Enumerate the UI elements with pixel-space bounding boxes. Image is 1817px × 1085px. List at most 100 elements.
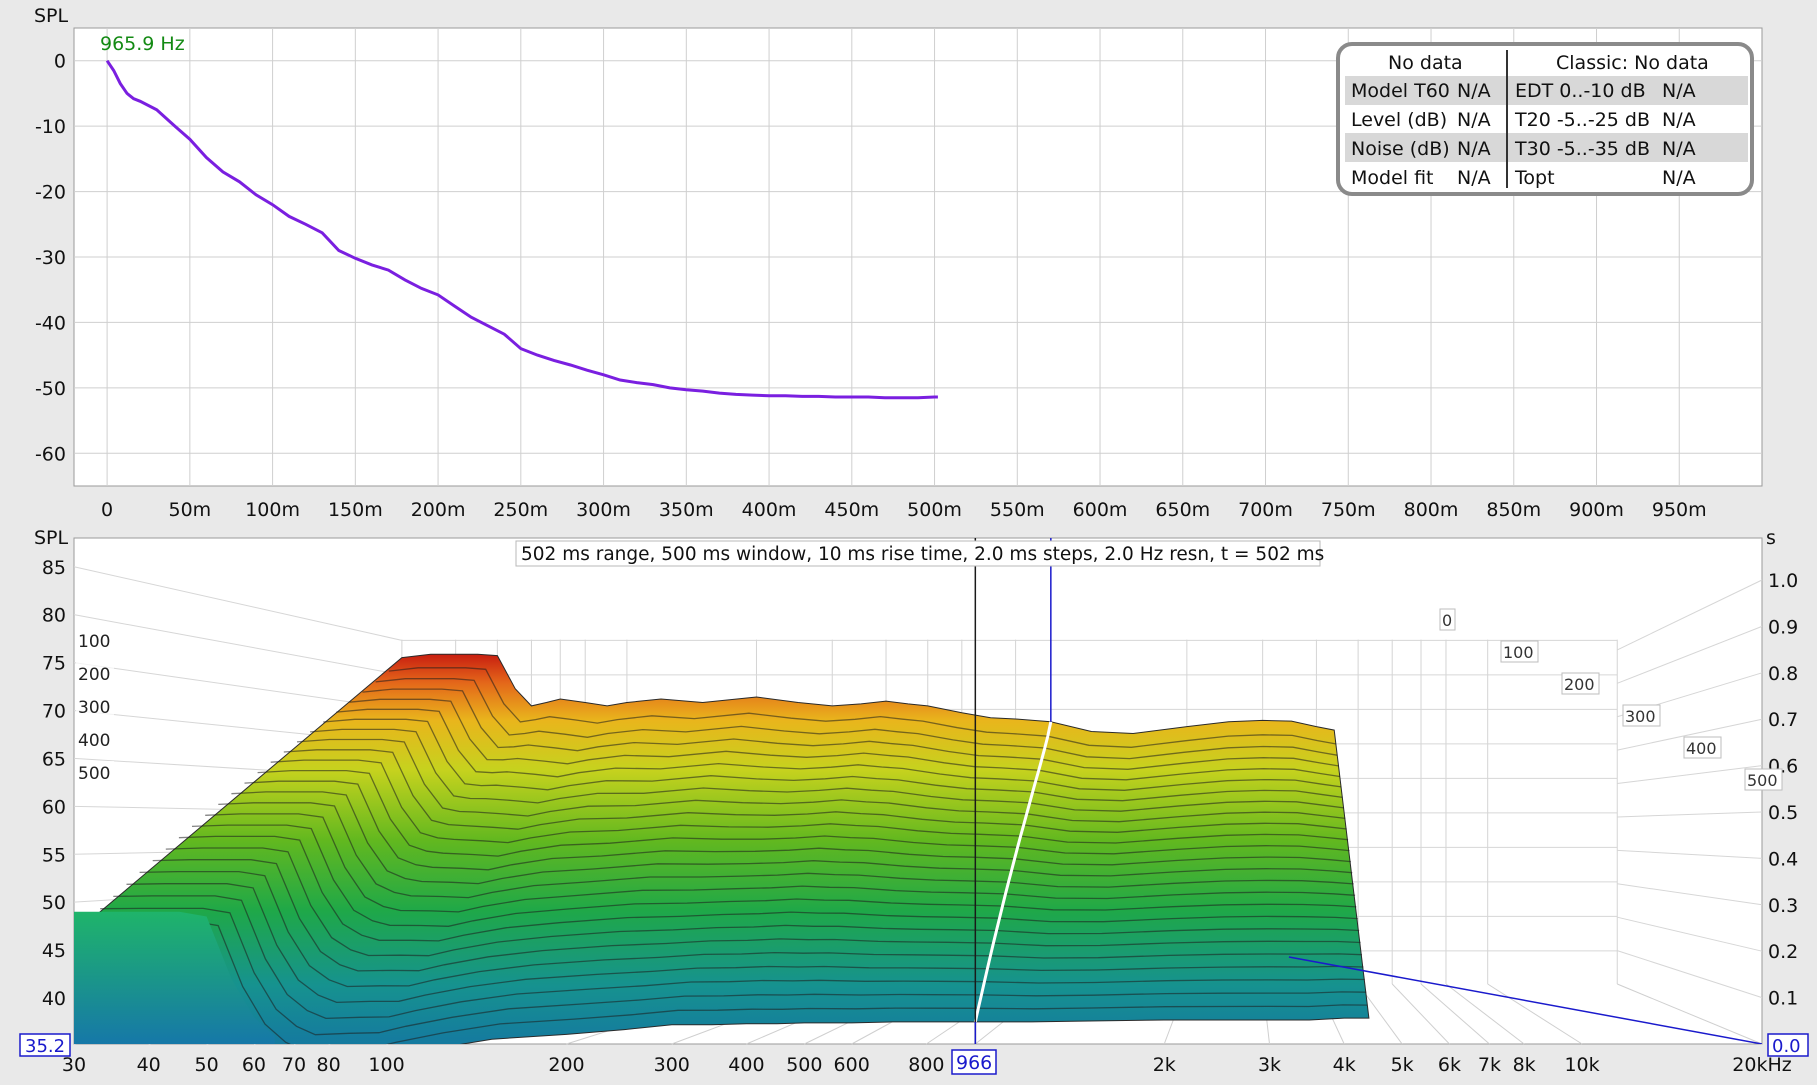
waterfall-x-tick-label: 300	[654, 1054, 690, 1076]
time-slice-label-left: 400	[78, 731, 110, 751]
waterfall-right-tick-label: 1.0	[1768, 570, 1798, 592]
cursor-frequency-axis-label: 966	[956, 1052, 992, 1074]
decay-y-tick-label: -50	[35, 378, 66, 400]
results-header-left: No data	[1388, 52, 1463, 74]
waterfall-x-tick-label: 3k	[1258, 1054, 1281, 1076]
waterfall-y-tick-label: 85	[42, 557, 66, 579]
right-min-label: 0.0	[1772, 1036, 1801, 1057]
decay-x-tick-label: 850m	[1486, 499, 1541, 521]
decay-x-tick-label: 700m	[1238, 499, 1293, 521]
waterfall-y-tick-label: 75	[42, 653, 66, 675]
results-row-label: Noise (dB)	[1351, 138, 1450, 160]
decay-x-tick-label: 150m	[328, 499, 383, 521]
waterfall-y-tick-label: 40	[42, 988, 66, 1010]
decay-y-tick-label: -60	[35, 443, 66, 465]
decay-x-tick-label: 0	[101, 499, 113, 521]
decay-x-tick-label: 800m	[1404, 499, 1459, 521]
waterfall-x-tick-label: 6k	[1438, 1054, 1461, 1076]
waterfall-y-tick-label: 60	[42, 796, 66, 818]
decay-x-tick-label: 400m	[742, 499, 797, 521]
decay-x-tick-label: 350m	[659, 499, 714, 521]
decay-x-tick-labels: 0 50m 100m 150m 200m 250m 300m 350m 400m 450m 500m…	[101, 499, 1707, 521]
waterfall-info-text: 502 ms range, 500 ms window, 10 ms rise …	[521, 544, 1324, 565]
results-classic-value: N/A	[1662, 167, 1696, 189]
waterfall-x-tick-label: 4k	[1333, 1054, 1356, 1076]
results-classic-value: N/A	[1662, 80, 1696, 102]
waterfall-x-tick-label: 8k	[1513, 1054, 1536, 1076]
decay-x-tick-label: 500m	[907, 499, 962, 521]
decay-x-tick-label: 100m	[245, 499, 300, 521]
decay-x-tick-label: 750m	[1321, 499, 1376, 521]
time-slice-label-right: 100	[1503, 643, 1534, 662]
decay-y-tick-label: -20	[35, 182, 66, 204]
root-canvas: SPL 0 -10 -20 -30 -40 -50 -60 0 50m 100m 150m 200m…	[19, 5, 1809, 1076]
time-slice-label-left: 200	[78, 665, 110, 685]
decay-results-table: No data Classic: No data Model T60 N/A EDT…	[1336, 42, 1754, 196]
waterfall-x-tick-label: 20kHz	[1732, 1054, 1791, 1076]
waterfall-right-axis-unit: s	[1766, 527, 1776, 549]
results-header-right: Classic: No data	[1556, 52, 1709, 74]
results-classic-value: N/A	[1662, 109, 1696, 131]
cursor-frequency-label: 965.9 Hz	[100, 33, 185, 55]
waterfall-x-tick-label: 100	[368, 1054, 404, 1076]
waterfall-x-tick-label: 800	[908, 1054, 944, 1076]
time-slice-label-left: 500	[78, 764, 110, 784]
results-row-label: Level (dB)	[1351, 109, 1447, 131]
time-slice-label-right: 300	[1625, 707, 1656, 726]
waterfall-y-tick-labels: 85 80 75 70 65 60 55 50 45 40	[42, 557, 66, 1010]
decay-x-tick-label: 250m	[493, 499, 548, 521]
waterfall-x-tick-label: 50	[195, 1054, 219, 1076]
time-slice-label-right: 500	[1747, 771, 1778, 790]
waterfall-x-tick-label: 200	[548, 1054, 584, 1076]
waterfall-y-tick-label: 50	[42, 892, 66, 914]
waterfall-right-tick-label: 0.5	[1768, 802, 1798, 824]
waterfall-y-tick-label: 65	[42, 748, 66, 770]
range-min-label: 35.2	[25, 1036, 65, 1057]
decay-x-tick-label: 550m	[990, 499, 1045, 521]
results-row-value: N/A	[1457, 167, 1491, 189]
waterfall-right-tick-label: 0.1	[1768, 988, 1798, 1010]
waterfall-x-tick-label: 30	[62, 1054, 86, 1076]
waterfall-x-tick-label: 2k	[1153, 1054, 1176, 1076]
time-slice-label-left: 100	[78, 632, 110, 652]
decay-y-tick-labels: 0 -10 -20 -30 -40 -50 -60	[35, 51, 66, 466]
time-slice-label-right: 400	[1686, 739, 1717, 758]
waterfall-x-tick-labels: 30 40 50 60 70 80 100 200 300 400 500 600 800 2k 3k 4k 5…	[62, 1054, 1792, 1076]
results-classic-label: EDT 0..-10 dB	[1515, 80, 1646, 102]
decay-x-tick-label: 450m	[824, 499, 879, 521]
waterfall-right-tick-label: 0.3	[1768, 895, 1798, 917]
waterfall-right-tick-label: 0.2	[1768, 941, 1798, 963]
waterfall-right-tick-label: 0.7	[1768, 709, 1798, 731]
results-classic-label: Topt	[1514, 167, 1555, 189]
waterfall-right-tick-label: 0.9	[1768, 616, 1798, 638]
decay-chart: SPL 0 -10 -20 -30 -40 -50 -60 0 50m 100m 150m 200m…	[34, 5, 1763, 521]
waterfall-x-tick-label: 400	[728, 1054, 764, 1076]
waterfall-right-tick-label: 0.8	[1768, 663, 1798, 685]
waterfall-x-tick-label: 5k	[1391, 1054, 1414, 1076]
results-row-label: Model T60	[1351, 80, 1450, 102]
waterfall-x-tick-label: 80	[317, 1054, 341, 1076]
results-row-value: N/A	[1457, 80, 1491, 102]
waterfall-x-tick-label: 600	[834, 1054, 870, 1076]
decay-y-tick-label: 0	[54, 51, 66, 73]
decay-x-tick-label: 950m	[1652, 499, 1707, 521]
waterfall-x-tick-label: 500	[786, 1054, 822, 1076]
decay-x-tick-label: 650m	[1155, 499, 1210, 521]
waterfall-y-tick-label: 45	[42, 940, 66, 962]
results-row-label: Model fit	[1351, 167, 1434, 189]
time-slice-label-right: 200	[1564, 675, 1595, 694]
decay-y-tick-label: -10	[35, 116, 66, 138]
waterfall-y-tick-label: 80	[42, 605, 66, 627]
decay-x-tick-label: 600m	[1073, 499, 1128, 521]
waterfall-x-tick-label: 10k	[1564, 1054, 1599, 1076]
time-slice-label-left: 300	[78, 698, 110, 718]
waterfall-right-tick-label: 0.4	[1768, 848, 1798, 870]
waterfall-x-tick-label: 60	[242, 1054, 266, 1076]
waterfall-y-axis-title: SPL	[34, 527, 69, 549]
waterfall-y-tick-label: 70	[42, 701, 66, 723]
decay-x-tick-label: 900m	[1569, 499, 1624, 521]
decay-x-tick-label: 200m	[411, 499, 466, 521]
time-slice-label-right: 0	[1442, 611, 1452, 630]
decay-x-tick-label: 300m	[576, 499, 631, 521]
decay-y-tick-label: -30	[35, 247, 66, 269]
